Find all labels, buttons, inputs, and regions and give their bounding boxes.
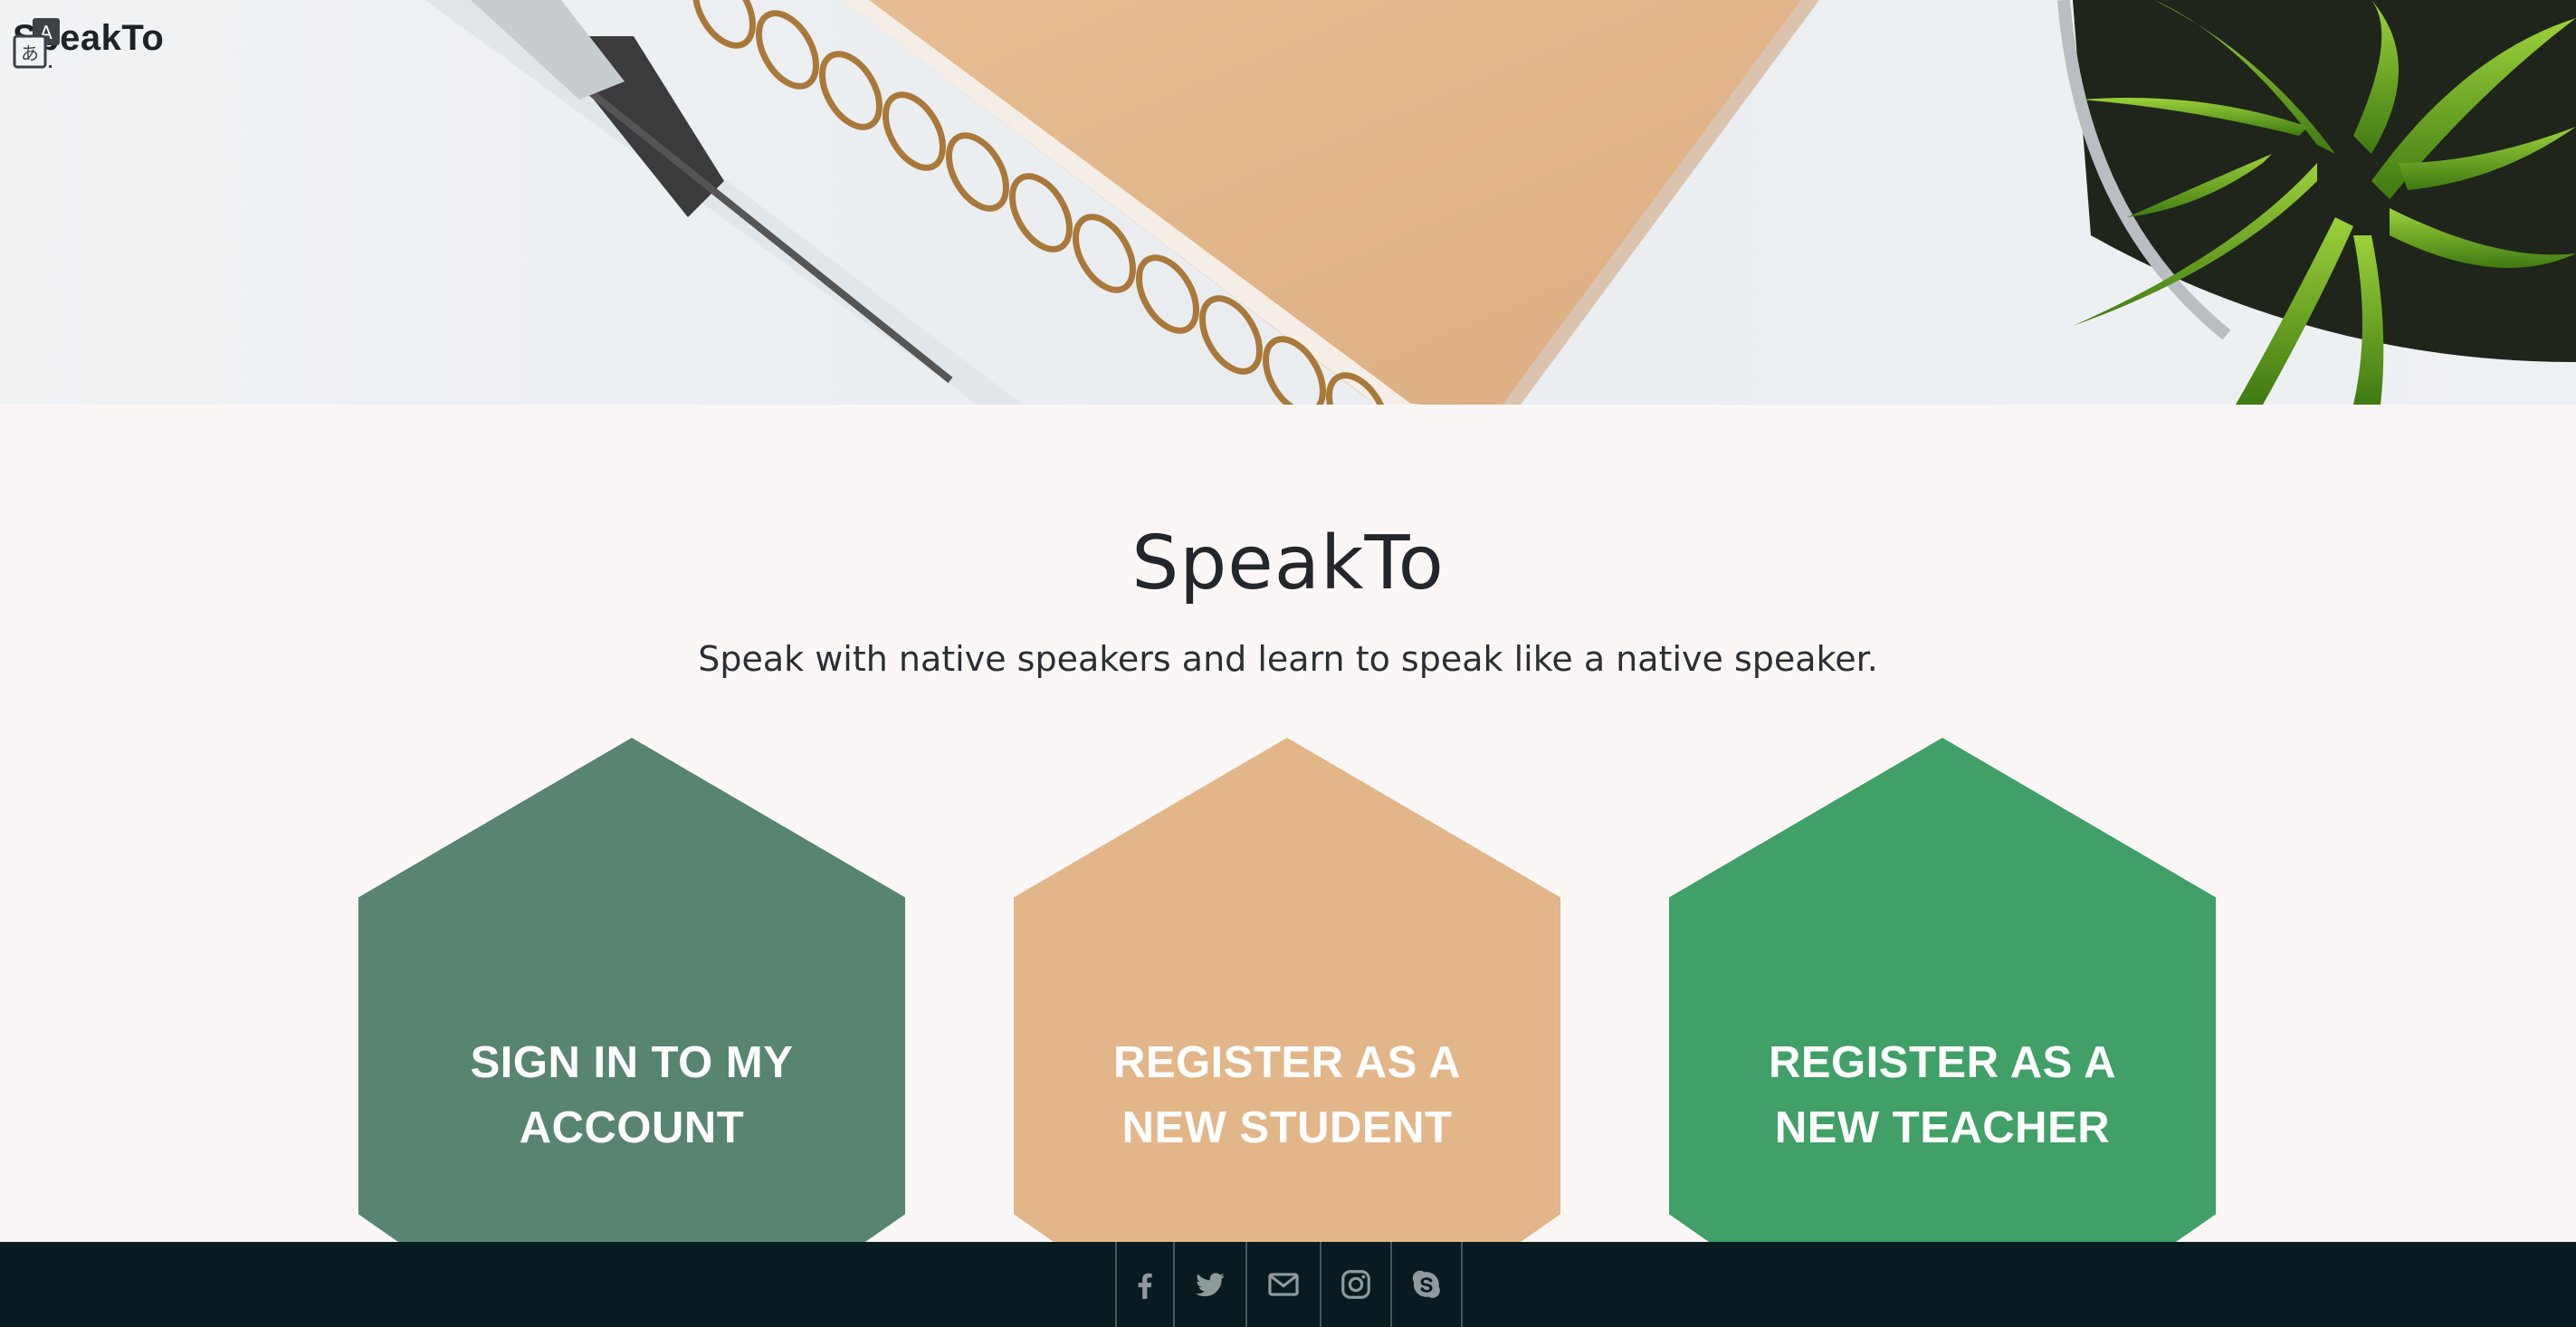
facebook-icon bbox=[1138, 1273, 1152, 1299]
page-subtitle: Speak with native speakers and learn to … bbox=[698, 639, 1878, 679]
sign-in-button[interactable]: SIGN IN TO MY ACCOUNT bbox=[358, 738, 905, 1245]
svg-text:あ: あ bbox=[21, 43, 39, 64]
register-teacher-label: REGISTER AS A NEW TEACHER bbox=[1768, 1038, 2117, 1152]
sign-in-label: SIGN IN TO MY ACCOUNT bbox=[470, 1038, 794, 1152]
hero-image bbox=[425, 0, 2576, 405]
facebook-link[interactable] bbox=[1115, 1242, 1173, 1327]
skype-link[interactable] bbox=[1390, 1242, 1463, 1327]
register-teacher-button[interactable]: REGISTER AS A NEW TEACHER bbox=[1669, 738, 2216, 1245]
instagram-icon bbox=[1341, 1270, 1370, 1299]
mail-icon bbox=[1268, 1273, 1299, 1296]
twitter-link[interactable] bbox=[1173, 1242, 1245, 1327]
page-title: SpeakTo bbox=[1131, 520, 1445, 606]
twitter-icon bbox=[1196, 1273, 1225, 1297]
instagram-link[interactable] bbox=[1320, 1242, 1390, 1327]
skype-icon bbox=[1412, 1270, 1440, 1298]
register-student-label: REGISTER AS A NEW STUDENT bbox=[1112, 1038, 1462, 1152]
social-links bbox=[1115, 1242, 1463, 1327]
email-link[interactable] bbox=[1245, 1242, 1320, 1327]
register-student-button[interactable]: REGISTER AS A NEW STUDENT bbox=[1014, 738, 1560, 1245]
brand[interactable]: A あ SpeakTo bbox=[13, 18, 164, 69]
footer bbox=[0, 1242, 2576, 1327]
hero-banner: A あ SpeakTo bbox=[0, 0, 2576, 405]
translate-icon: A あ bbox=[13, 18, 60, 69]
